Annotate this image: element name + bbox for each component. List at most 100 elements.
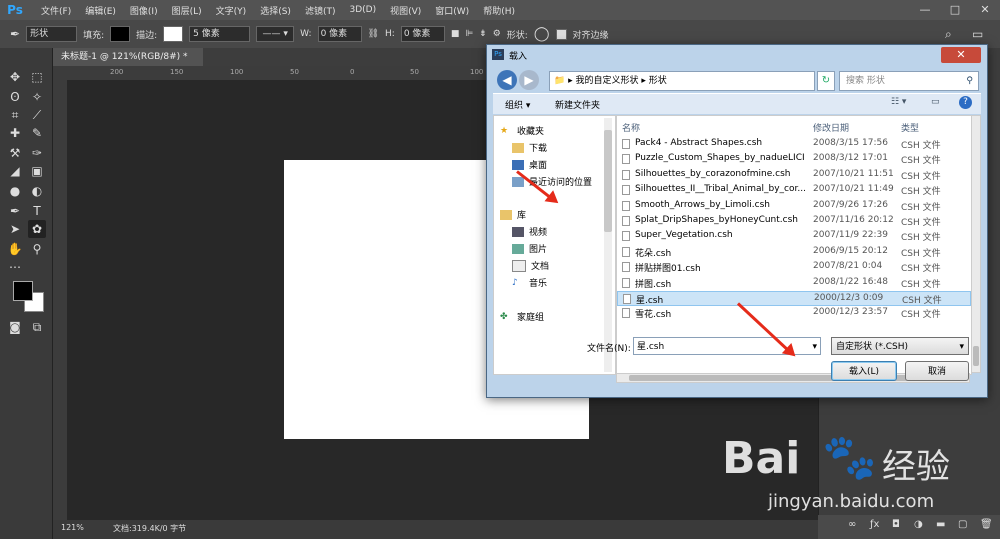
preview-pane-icon[interactable]: ▭ [931,97,940,107]
nav-scroll-thumb[interactable] [604,130,612,232]
crop-tool-icon[interactable]: ⌗ [6,106,24,124]
custom-shape-tool-icon[interactable]: ✿ [28,220,46,238]
file-row[interactable]: 雪花.csh 2000/12/3 23:57 CSH 文件 [617,306,971,321]
menu-image[interactable]: 图像(I) [123,4,165,17]
file-row[interactable]: Puzzle_Custom_Shapes_by_nadueLICI... 2008… [617,152,971,167]
type-tool-icon[interactable]: T [28,202,46,220]
file-list-vscrollbar[interactable] [971,115,981,373]
stroke-swatch[interactable] [163,26,184,42]
zoom-level[interactable]: 121% [61,523,84,532]
menu-help[interactable]: 帮助(H) [476,4,522,17]
nav-downloads[interactable]: 下载 [512,141,547,154]
move-tool-icon[interactable]: ✥ [6,68,24,86]
refresh-icon[interactable]: ↻ [817,71,835,91]
history-brush-icon[interactable]: ✑ [28,144,46,162]
nav-homegroup[interactable]: ✤ 家庭组 [500,310,544,324]
marquee-tool-icon[interactable]: ⬚ [28,68,46,86]
height-input[interactable]: 0 像素 [400,26,445,42]
gear-icon[interactable]: ⚙ [493,29,501,39]
file-row[interactable]: Smooth_Arrows_by_Limoli.csh 2007/9/26 17:… [617,199,971,214]
menu-view[interactable]: 视图(V) [383,4,428,17]
search-icon[interactable]: ⌕ [945,27,952,42]
chevron-down-icon[interactable]: ▾ [959,338,964,356]
nav-favorites[interactable]: ★ 收藏夹 [500,124,544,138]
blur-tool-icon[interactable]: ● [6,182,24,200]
cancel-button[interactable]: 取消 [905,361,969,381]
menu-filter[interactable]: 滤镜(T) [298,4,343,17]
dodge-tool-icon[interactable]: ◐ [28,182,46,200]
file-row[interactable]: 花朵.csh 2006/9/15 20:12 CSH 文件 [617,245,971,260]
pen-tool-icon[interactable]: ✒ [6,202,24,220]
file-row[interactable]: Splat_DripShapes_byHoneyCunt.csh 2007/11/… [617,214,971,229]
menu-edit[interactable]: 编辑(E) [78,4,123,17]
hscroll-thumb[interactable] [629,375,949,381]
screen-mode-icon[interactable]: ⧉ [28,318,46,336]
filetype-select[interactable]: 自定形状 (*.CSH) ▾ [831,337,969,355]
forward-arrow-icon[interactable]: ▶ [519,70,539,90]
fill-swatch[interactable] [110,26,131,42]
address-bar[interactable]: 📁 ▸ 我的自定义形状 ▸ 形状 [549,71,815,91]
nav-pictures[interactable]: 图片 [512,242,547,255]
file-row[interactable]: Silhouettes_by_corazonofmine.csh 2007/10/… [617,168,971,183]
view-options-icon[interactable]: ☷ ▾ [891,97,906,107]
nav-scrollbar[interactable] [604,118,612,372]
maximize-button[interactable]: □ [940,0,970,20]
file-row[interactable]: 拼贴拼图01.csh 2007/8/21 0:04 CSH 文件 [617,260,971,275]
quick-mask-icon[interactable]: ◙ [6,318,24,336]
nav-libraries[interactable]: 库 [500,208,526,221]
help-icon[interactable]: ? [959,96,972,109]
menu-select[interactable]: 选择(S) [253,4,298,17]
search-input[interactable]: 搜索 形状 ⚲ [839,71,979,91]
workspace-icon[interactable]: ▭ [972,27,983,41]
mode-select[interactable]: 形状 [26,26,78,42]
breadcrumb-item[interactable]: 我的自定义形状 [575,76,638,86]
magic-wand-icon[interactable]: ✧ [28,88,46,106]
column-date[interactable]: 修改日期 [813,121,849,134]
menu-type[interactable]: 文字(Y) [209,4,254,17]
organize-button[interactable]: 组织 ▾ [505,98,530,111]
column-name[interactable]: 名称 [622,121,640,134]
path-alignment-icon[interactable]: ⊫ [465,29,473,39]
vscroll-thumb[interactable] [973,346,979,366]
menu-window[interactable]: 窗口(W) [428,4,476,17]
stroke-type-select[interactable]: —— ▾ [256,26,295,42]
more-tools-icon[interactable]: ⋯ [6,258,24,276]
pen-tool-icon[interactable]: ✒ [10,27,20,41]
file-row[interactable]: 星.csh 2000/12/3 0:09 CSH 文件 [617,291,971,306]
clone-stamp-icon[interactable]: ⚒ [6,144,24,162]
align-edges-checkbox[interactable] [555,28,567,40]
menu-3d[interactable]: 3D(D) [342,5,383,15]
back-arrow-icon[interactable]: ◀ [497,70,517,90]
menu-file[interactable]: 文件(F) [34,4,78,17]
nav-videos[interactable]: 视频 [512,225,547,238]
stroke-width-input[interactable]: 5 像素 [189,26,251,42]
lasso-tool-icon[interactable]: ʘ [6,88,24,106]
path-arrangement-icon[interactable]: ⇟ [479,29,487,39]
file-row[interactable]: Pack4 - Abstract Shapes.csh 2008/3/15 17:… [617,137,971,152]
chevron-down-icon[interactable]: ▾ [812,338,817,356]
brush-tool-icon[interactable]: ✎ [28,124,46,142]
eyedropper-icon[interactable]: ⟋ [28,106,46,124]
path-operations-icon[interactable]: ■ [451,29,460,39]
document-tab[interactable]: 未标题-1 @ 121%(RGB/8#) * [53,48,203,66]
file-row[interactable]: 拼图.csh 2008/1/22 16:48 CSH 文件 [617,276,971,291]
nav-music[interactable]: ♪ 音乐 [512,276,547,290]
shape-picker-circle-icon[interactable]: ◯ [534,26,550,42]
nav-documents[interactable]: 文档 [512,259,549,272]
breadcrumb-item[interactable]: 形状 [649,76,667,86]
menu-layer[interactable]: 图层(L) [165,4,209,17]
file-row[interactable]: Silhouettes_II__Tribal_Animal_by_cor... 2… [617,183,971,198]
healing-brush-icon[interactable]: ✚ [6,124,24,142]
zoom-tool-icon[interactable]: ⚲ [28,240,46,258]
link-icon[interactable]: ⛓ [368,29,379,39]
close-button[interactable]: ✕ [970,0,1000,20]
file-row[interactable]: Super_Vegetation.csh 2007/11/9 22:39 CSH 文… [617,229,971,244]
path-select-icon[interactable]: ➤ [6,220,24,238]
new-folder-button[interactable]: 新建文件夹 [555,98,600,111]
gradient-tool-icon[interactable]: ▣ [28,162,46,180]
dialog-close-button[interactable]: ✕ [941,47,981,63]
column-type[interactable]: 类型 [901,121,919,134]
load-button[interactable]: 载入(L) [831,361,897,381]
eraser-tool-icon[interactable]: ◢ [6,162,24,180]
foreground-color-swatch[interactable] [13,281,33,301]
